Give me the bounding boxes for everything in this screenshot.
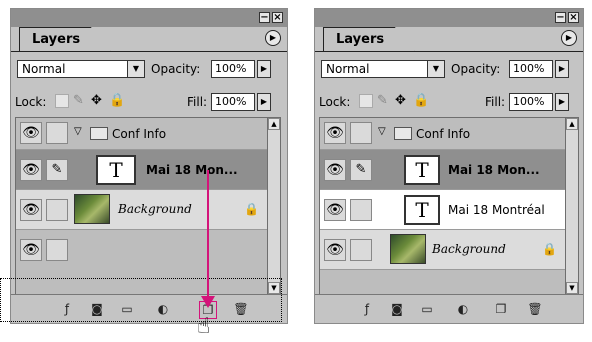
lock-icon: 🔒 [542, 242, 557, 256]
new-group-icon[interactable]: ▭ [419, 301, 435, 317]
opacity-slider-button[interactable]: ▶ [555, 60, 569, 78]
folder-icon [394, 127, 412, 140]
scroll-up-button[interactable]: ▲ [566, 118, 578, 130]
panel-titlebar[interactable]: − × [315, 9, 583, 27]
layer-row-text-copy[interactable]: 👁 T Mai 18 Montréal [320, 190, 566, 230]
fill-label: Fill: [485, 95, 506, 109]
minimize-button[interactable]: − [555, 12, 566, 23]
blend-mode-select[interactable]: Normal ▼ [321, 60, 445, 78]
trash-icon[interactable]: 🗑 [527, 301, 543, 317]
opacity-label: Opacity: [451, 62, 501, 76]
scrollbar[interactable]: ▲ ▼ [565, 117, 579, 295]
brush-icon[interactable]: ✎ [350, 159, 372, 181]
tab-divider [315, 51, 583, 52]
text-layer-thumbnail: T [404, 195, 440, 225]
eye-icon[interactable]: 👁 [324, 199, 346, 221]
eye-icon[interactable]: 👁 [324, 239, 346, 261]
drag-arrow-head [201, 296, 215, 308]
fill-slider-button[interactable]: ▶ [555, 93, 569, 111]
layer-name: Conf Info [416, 127, 471, 141]
layer-name: Mai 18 Montréal [448, 203, 545, 217]
panel-bottom-bar: ƒ ◙ ▭ ◐ ❐ 🗑 [315, 294, 583, 323]
layer-name: Background [432, 242, 506, 256]
chevron-down-icon[interactable]: ▼ [427, 60, 445, 78]
adjustment-layer-icon[interactable]: ◐ [455, 301, 471, 317]
layer-name: Mai 18 Mon... [448, 163, 540, 177]
layers-list: 👁 ▽ Conf Info 👁 ✎ T Mai 18 Mon... 👁 T Ma… [319, 117, 579, 295]
layer-row-group[interactable]: 👁 ▽ Conf Info [320, 118, 566, 150]
hand-cursor-icon: ☝ [197, 314, 211, 339]
image-thumbnail [390, 234, 426, 264]
move-icon[interactable]: ✥ [395, 94, 406, 108]
layer-row-background[interactable]: 👁 Background 🔒 [320, 230, 566, 270]
panel-menu-button[interactable]: ▶ [561, 30, 577, 46]
link-cell[interactable] [350, 239, 372, 261]
layers-panel-after: − × Layers ▶ Normal ▼ Opacity: 100% ▶ Lo… [314, 8, 584, 324]
group-expand-icon[interactable]: ▽ [378, 126, 386, 137]
text-layer-thumbnail: T [404, 155, 440, 185]
eye-icon[interactable]: 👁 [324, 122, 346, 144]
opacity-input[interactable]: 100% [509, 60, 553, 78]
brush-icon[interactable]: ✎ [377, 94, 388, 108]
layer-row-text-selected[interactable]: 👁 ✎ T Mai 18 Mon... [320, 150, 566, 190]
new-layer-icon[interactable]: ❐ [493, 301, 509, 317]
link-cell[interactable] [350, 122, 372, 144]
scroll-down-button[interactable]: ▼ [566, 282, 578, 294]
mask-icon[interactable]: ◙ [389, 301, 405, 317]
lock-label: Lock: [319, 95, 351, 109]
fill-input[interactable]: 100% [509, 93, 553, 111]
layer-style-icon[interactable]: ƒ [359, 301, 375, 317]
eye-icon[interactable]: 👁 [324, 159, 346, 181]
blend-mode-value: Normal [326, 62, 370, 76]
close-button[interactable]: × [568, 12, 579, 23]
tab-layers[interactable]: Layers [323, 27, 416, 52]
link-cell[interactable] [350, 199, 372, 221]
lock-icon[interactable]: 🔒 [413, 94, 429, 108]
lock-transparency-icon[interactable] [359, 94, 373, 108]
